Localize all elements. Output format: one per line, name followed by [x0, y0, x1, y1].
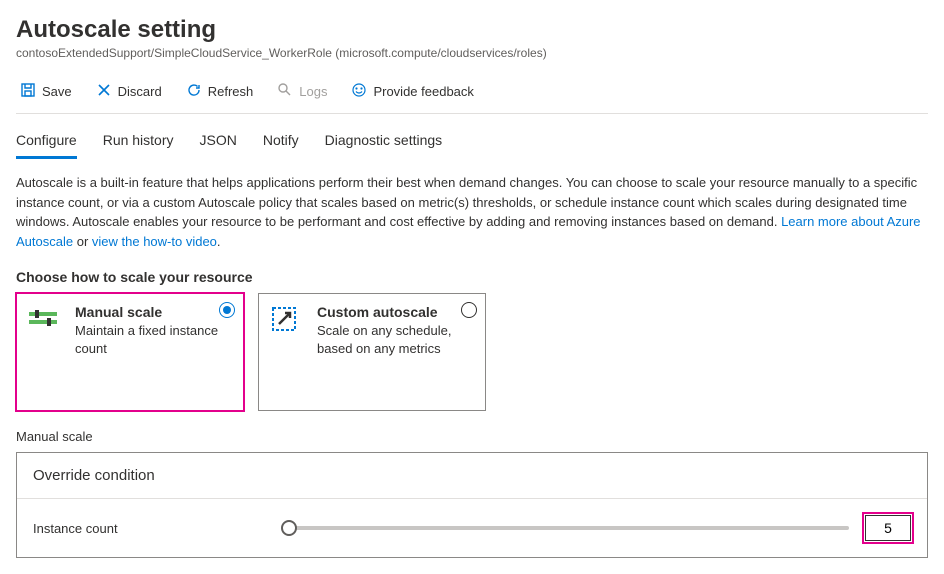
- slider-track: [289, 526, 849, 530]
- choose-scale-title: Choose how to scale your resource: [16, 269, 928, 285]
- discard-label: Discard: [118, 84, 162, 99]
- card-custom-desc: Scale on any schedule, based on any metr…: [317, 322, 473, 357]
- override-condition-header: Override condition: [17, 453, 927, 499]
- tabs: Configure Run history JSON Notify Diagno…: [16, 124, 928, 159]
- close-icon: [96, 82, 112, 101]
- instance-count-row: Instance count: [17, 499, 927, 557]
- tab-configure[interactable]: Configure: [16, 124, 77, 159]
- card-manual-scale[interactable]: Manual scale Maintain a fixed instance c…: [16, 293, 244, 411]
- desc-period: .: [217, 234, 221, 249]
- desc-or: or: [77, 234, 92, 249]
- radio-manual[interactable]: [219, 302, 235, 318]
- refresh-button[interactable]: Refresh: [182, 80, 258, 103]
- card-manual-title: Manual scale: [75, 304, 231, 320]
- logs-label: Logs: [299, 84, 327, 99]
- refresh-icon: [186, 82, 202, 101]
- instance-count-label: Instance count: [33, 521, 273, 536]
- instance-count-input[interactable]: [865, 515, 911, 541]
- card-manual-desc: Maintain a fixed instance count: [75, 322, 231, 357]
- logs-button: Logs: [273, 80, 331, 103]
- tab-notify[interactable]: Notify: [263, 124, 299, 159]
- save-button[interactable]: Save: [16, 80, 76, 103]
- instance-count-slider[interactable]: [289, 526, 849, 530]
- feedback-icon: [351, 82, 367, 101]
- page-title: Autoscale setting: [16, 16, 928, 44]
- tab-json[interactable]: JSON: [200, 124, 237, 159]
- card-custom-title: Custom autoscale: [317, 304, 473, 320]
- slider-thumb[interactable]: [281, 520, 297, 536]
- manual-scale-icon: [29, 306, 65, 334]
- save-icon: [20, 82, 36, 101]
- toolbar: Save Discard Refresh Logs Provide feedba…: [16, 74, 928, 114]
- scale-cards: Manual scale Maintain a fixed instance c…: [16, 293, 928, 411]
- feedback-button[interactable]: Provide feedback: [347, 80, 477, 103]
- custom-autoscale-icon: [271, 306, 307, 334]
- tab-diagnostic[interactable]: Diagnostic settings: [325, 124, 443, 159]
- save-label: Save: [42, 84, 72, 99]
- discard-button[interactable]: Discard: [92, 80, 166, 103]
- override-condition-box: Override condition Instance count: [16, 452, 928, 558]
- manual-scale-label: Manual scale: [16, 429, 928, 444]
- card-custom-autoscale[interactable]: Custom autoscale Scale on any schedule, …: [258, 293, 486, 411]
- tab-run-history[interactable]: Run history: [103, 124, 174, 159]
- refresh-label: Refresh: [208, 84, 254, 99]
- howto-video-link[interactable]: view the how-to video: [92, 234, 217, 249]
- breadcrumb: contosoExtendedSupport/SimpleCloudServic…: [16, 46, 928, 60]
- radio-custom[interactable]: [461, 302, 477, 318]
- logs-icon: [277, 82, 293, 101]
- feedback-label: Provide feedback: [373, 84, 473, 99]
- description-text: Autoscale is a built-in feature that hel…: [16, 173, 928, 251]
